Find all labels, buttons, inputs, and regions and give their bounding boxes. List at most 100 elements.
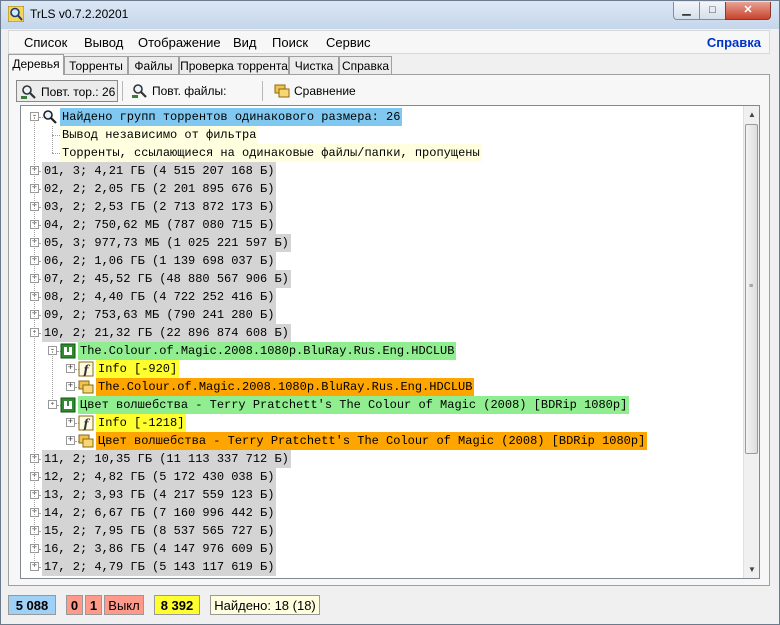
tree-note-label[interactable]: Торренты, ссылающиеся на одинаковые файл… <box>60 144 482 162</box>
tree-row[interactable]: + The.Colour.of.Magic.2008.1080p.BluRay.R… <box>21 378 741 396</box>
tree-row[interactable]: +09, 2; 753,63 МБ (790 241 280 Б) <box>21 306 741 324</box>
info-node-label[interactable]: Info [-1218] <box>96 414 187 432</box>
tree-group-node-label[interactable]: 15, 2; 7,95 ГБ (8 537 565 727 Б) <box>42 522 277 540</box>
close-button[interactable]: ✕ <box>725 2 771 20</box>
search-icon <box>132 84 147 98</box>
tab-cleanup[interactable]: Чистка <box>289 56 339 74</box>
tree-row[interactable]: +11, 2; 10,35 ГБ (11 113 337 712 Б) <box>21 450 741 468</box>
tree-row[interactable]: +02, 2; 2,05 ГБ (2 201 895 676 Б) <box>21 180 741 198</box>
expand-toggle-icon[interactable]: + <box>66 382 75 391</box>
tree-guide-line <box>52 126 53 153</box>
folder-icon <box>78 433 94 449</box>
duplicates-tree[interactable]: - Найдено групп торрентов одинакового раз… <box>20 105 760 579</box>
tree-group-node-label[interactable]: 09, 2; 753,63 МБ (790 241 280 Б) <box>42 306 277 324</box>
status-filter-off[interactable]: Выкл <box>104 595 144 615</box>
tree-group-node-label[interactable]: 16, 2; 3,86 ГБ (4 147 976 609 Б) <box>42 540 277 558</box>
tree-guide-line <box>34 117 35 567</box>
info-icon: f <box>78 361 94 377</box>
search-icon <box>21 85 36 99</box>
dup-files-button[interactable]: Повт. файлы: 1615 <box>128 80 256 120</box>
tree-group-node-label[interactable]: 14, 2; 6,67 ГБ (7 160 996 442 Б) <box>42 504 277 522</box>
tree-group-node-label[interactable]: 07, 2; 45,52 ГБ (48 880 567 906 Б) <box>42 270 291 288</box>
tree-root-label[interactable]: Найдено групп торрентов одинакового разм… <box>60 108 403 126</box>
tree-row[interactable]: +16, 2; 3,86 ГБ (4 147 976 609 Б) <box>21 540 741 558</box>
tree-connector <box>52 153 60 154</box>
info-icon: f <box>78 415 94 431</box>
tree-row[interactable]: +13, 2; 3,93 ГБ (4 217 559 123 Б) <box>21 486 741 504</box>
tree-row[interactable]: +03, 2; 2,53 ГБ (2 713 872 173 Б) <box>21 198 741 216</box>
status-one: 1 <box>85 595 102 615</box>
tree-row[interactable]: +07, 2; 45,52 ГБ (48 880 567 906 Б) <box>21 270 741 288</box>
menu-search[interactable]: Поиск <box>272 35 308 50</box>
window-title: TrLS v0.7.2.20201 <box>30 7 129 21</box>
tree-group-node-label[interactable]: 17, 2; 4,79 ГБ (5 143 117 619 Б) <box>42 558 277 576</box>
folder-node-label[interactable]: The.Colour.of.Magic.2008.1080p.BluRay.Ru… <box>96 378 475 396</box>
compare-button[interactable]: Сравнение <box>270 80 360 102</box>
tree-group-node-label[interactable]: 02, 2; 2,05 ГБ (2 201 895 676 Б) <box>42 180 277 198</box>
tree-row[interactable]: + f Info [-1218] <box>21 414 741 432</box>
toolbar-separator <box>262 81 263 101</box>
tab-help[interactable]: Справка <box>339 56 392 74</box>
torrent-node-label[interactable]: The.Colour.of.Magic.2008.1080p.BluRay.Ru… <box>78 342 457 360</box>
tree-row[interactable]: Вывод независимо от фильтра <box>21 126 741 144</box>
tree-group-node-label[interactable]: 05, 3; 977,73 МБ (1 025 221 597 Б) <box>42 234 291 252</box>
tree-row[interactable]: +12, 2; 4,82 ГБ (5 172 430 038 Б) <box>21 468 741 486</box>
minimize-button[interactable]: ▁ <box>673 2 700 20</box>
tree-row[interactable]: +05, 3; 977,73 МБ (1 025 221 597 Б) <box>21 234 741 252</box>
tree-row[interactable]: + Цвет волшебства - Terry Pratchett's The… <box>21 432 741 450</box>
torrent-icon <box>60 343 76 359</box>
tree-row[interactable]: - Найдено групп торрентов одинакового раз… <box>21 108 741 126</box>
info-node-label[interactable]: Info [-920] <box>96 360 180 378</box>
folder-node-label[interactable]: Цвет волшебства - Terry Pratchett's The … <box>96 432 648 450</box>
tree-row[interactable]: -10, 2; 21,32 ГБ (22 896 874 608 Б) <box>21 324 741 342</box>
scroll-thumb[interactable]: ≡ <box>745 124 758 454</box>
menu-help-link[interactable]: Справка <box>707 35 761 50</box>
tree-row[interactable]: +06, 2; 1,06 ГБ (1 139 698 037 Б) <box>21 252 741 270</box>
grip-icon: ≡ <box>749 283 754 290</box>
dup-torrents-button[interactable]: Повт. тор.: 26 <box>16 80 118 102</box>
tree-group-node-label[interactable]: 03, 2; 2,53 ГБ (2 713 872 173 Б) <box>42 198 277 216</box>
tab-torrents[interactable]: Торренты <box>64 56 128 74</box>
torrent-node-label[interactable]: Цвет волшебства - Terry Pratchett's The … <box>78 396 630 414</box>
folders-icon <box>274 84 290 98</box>
tab-torrent-check[interactable]: Проверка торрента <box>179 56 289 74</box>
tree-row[interactable]: +04, 2; 750,62 МБ (787 080 715 Б) <box>21 216 741 234</box>
status-bar: 5 088 0 1 Выкл 8 392 Найдено: 18 (18) <box>8 594 770 616</box>
torrent-icon <box>60 397 76 413</box>
tree-row[interactable]: - Цвет волшебства - Terry Pratchett's The… <box>21 396 741 414</box>
vertical-scrollbar[interactable]: ▲ ≡ ▼ <box>743 106 759 578</box>
tree-row[interactable]: - The.Colour.of.Magic.2008.1080p.BluRay.R… <box>21 342 741 360</box>
tree-row[interactable]: +01, 3; 4,21 ГБ (4 515 207 168 Б) <box>21 162 741 180</box>
tree-row[interactable]: +15, 2; 7,95 ГБ (8 537 565 727 Б) <box>21 522 741 540</box>
tree-group-node-label[interactable]: 12, 2; 4,82 ГБ (5 172 430 038 Б) <box>42 468 277 486</box>
tab-trees[interactable]: Деревья <box>8 54 64 75</box>
search-icon <box>42 109 58 125</box>
tree-group-node-label[interactable]: 04, 2; 750,62 МБ (787 080 715 Б) <box>42 216 277 234</box>
tree-row[interactable]: Торренты, ссылающиеся на одинаковые файл… <box>21 144 741 162</box>
tree-row[interactable]: +14, 2; 6,67 ГБ (7 160 996 442 Б) <box>21 504 741 522</box>
status-zero: 0 <box>66 595 83 615</box>
compare-label: Сравнение <box>294 84 356 98</box>
tree-group-node-label[interactable]: 08, 2; 4,40 ГБ (4 722 252 416 Б) <box>42 288 277 306</box>
menu-output[interactable]: Вывод <box>84 35 123 50</box>
tab-files[interactable]: Файлы <box>128 56 179 74</box>
tree-row[interactable]: +08, 2; 4,40 ГБ (4 722 252 416 Б) <box>21 288 741 306</box>
expand-toggle-icon[interactable]: + <box>66 418 75 427</box>
menu-service[interactable]: Сервис <box>326 35 371 50</box>
tree-group-node-label[interactable]: 13, 2; 3,93 ГБ (4 217 559 123 Б) <box>42 486 277 504</box>
tree-group-node-label[interactable]: 06, 2; 1,06 ГБ (1 139 698 037 Б) <box>42 252 277 270</box>
tree-row[interactable]: + f Info [-920] <box>21 360 741 378</box>
maximize-button[interactable]: □ <box>699 2 726 20</box>
expand-toggle-icon[interactable]: + <box>66 436 75 445</box>
menu-list[interactable]: Список <box>24 35 67 50</box>
tree-group-node-label[interactable]: 10, 2; 21,32 ГБ (22 896 874 608 Б) <box>42 324 291 342</box>
menu-display[interactable]: Отображение <box>138 35 221 50</box>
scroll-up-arrow-icon[interactable]: ▲ <box>744 106 759 123</box>
tree-row[interactable]: +17, 2; 4,79 ГБ (5 143 117 619 Б) <box>21 558 741 576</box>
tree-group-node-label[interactable]: 01, 3; 4,21 ГБ (4 515 207 168 Б) <box>42 162 277 180</box>
menu-view[interactable]: Вид <box>233 35 257 50</box>
scroll-down-arrow-icon[interactable]: ▼ <box>744 561 759 578</box>
tree-note-label[interactable]: Вывод независимо от фильтра <box>60 126 259 144</box>
expand-toggle-icon[interactable]: + <box>66 364 75 373</box>
tree-group-node-label[interactable]: 11, 2; 10,35 ГБ (11 113 337 712 Б) <box>42 450 291 468</box>
